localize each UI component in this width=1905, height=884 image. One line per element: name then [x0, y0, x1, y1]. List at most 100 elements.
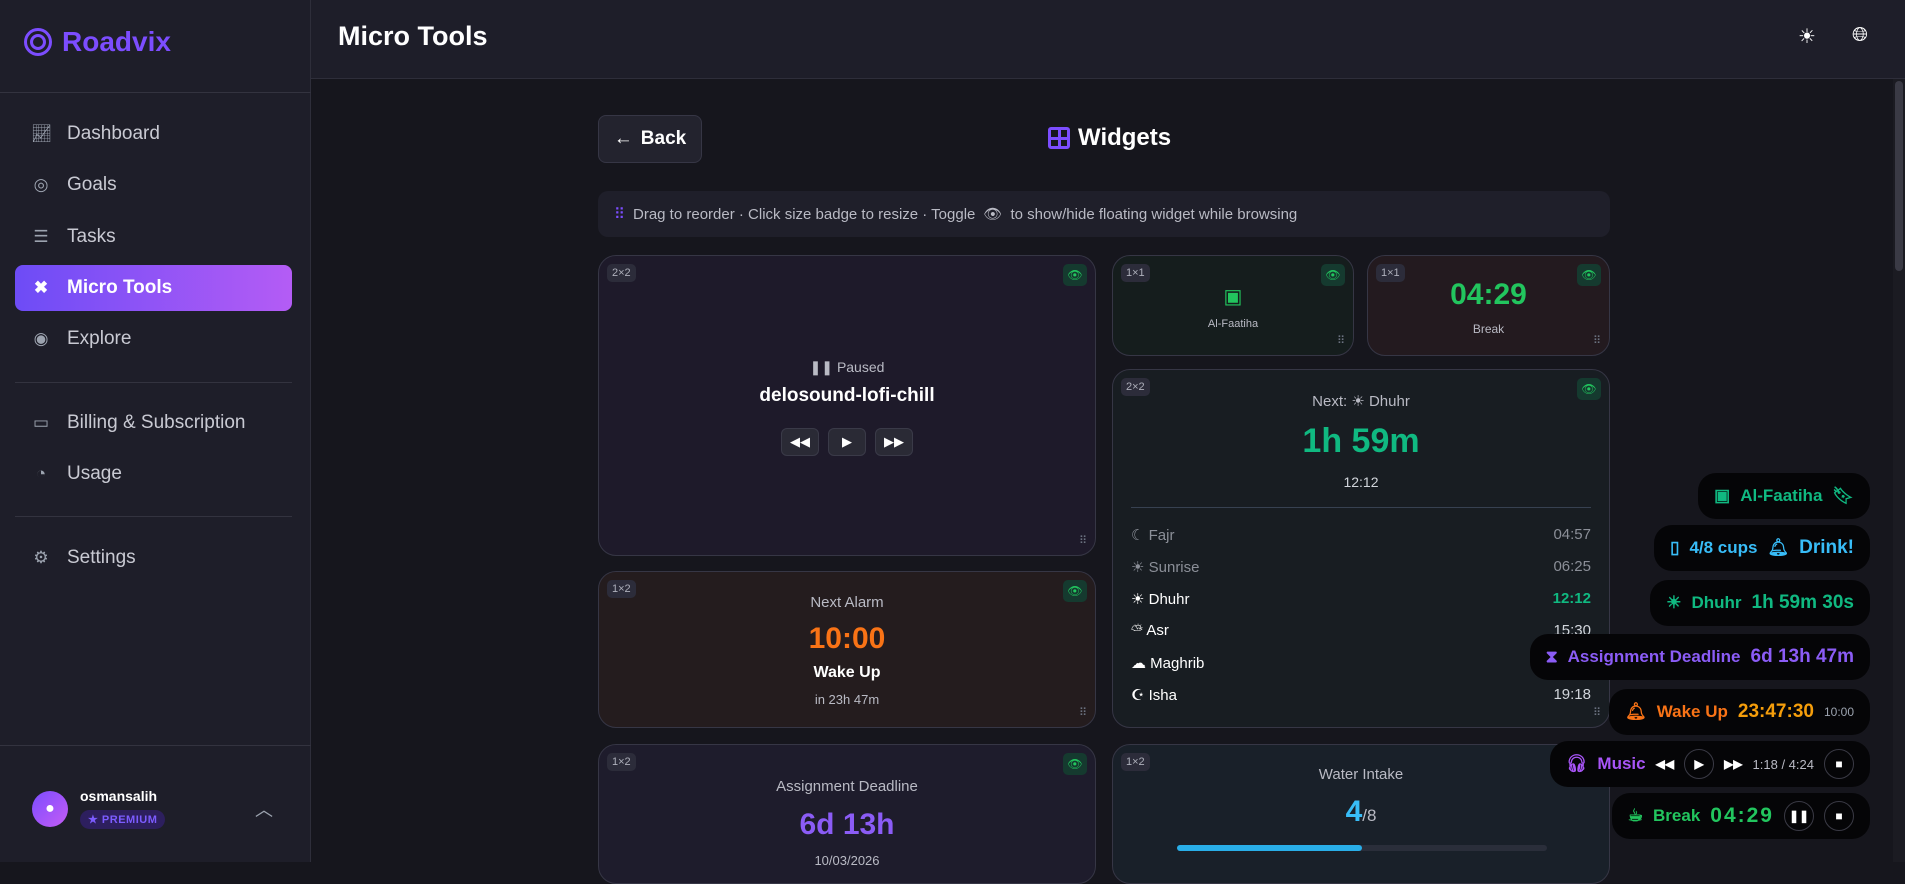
- size-badge[interactable]: 2×2: [607, 264, 636, 282]
- rewind-button[interactable]: ◀◀: [1656, 757, 1674, 771]
- rewind-button[interactable]: ◀◀: [781, 428, 819, 456]
- prayer-name: Sunrise: [1148, 559, 1200, 576]
- drag-handle-icon[interactable]: ⠿: [1079, 534, 1087, 547]
- sidebar-item-goals[interactable]: ◎ Goals: [15, 162, 292, 208]
- sidebar-item-dashboard[interactable]: 📈︎ Dashboard: [15, 111, 292, 157]
- sidebar: Roadvix 📈︎ Dashboard ◎ Goals ☰ Tasks ✖ Micro…: [0, 0, 311, 862]
- list-check-icon: ☰: [33, 227, 49, 246]
- divider: [15, 382, 292, 383]
- title-text: Widgets: [1078, 124, 1172, 151]
- floating-alarm[interactable]: 🔔︎ Wake Up 23:47:30 10:00: [1609, 689, 1870, 735]
- floating-deadline[interactable]: ⧗ Assignment Deadline 6d 13h 47m: [1529, 634, 1870, 680]
- size-badge[interactable]: 1×2: [607, 753, 636, 771]
- prayer-row-isha: ☪ Isha 19:18: [1131, 686, 1591, 704]
- sun-icon: ☀: [1351, 393, 1365, 410]
- deadline-remaining: 6d 13h: [799, 808, 895, 841]
- chevron-up-icon[interactable]: ︿: [255, 796, 273, 822]
- break-label: Break: [1472, 322, 1505, 336]
- drag-handle-icon[interactable]: ⠿: [1337, 334, 1345, 347]
- play-button[interactable]: ▶: [828, 428, 866, 456]
- eye-icon: 👁︎: [983, 206, 1003, 223]
- prayer-row-sunrise: ☀ Sunrise 06:25: [1131, 558, 1591, 576]
- alarm-widget[interactable]: 1×2 👁︎ Next Alarm 10:00 Wake Up in 23h 4…: [598, 571, 1096, 728]
- info-text-2: to show/hide floating widget while brows…: [1010, 205, 1298, 223]
- deadline-title: Assignment Deadline: [776, 778, 918, 795]
- next-label: Next:: [1312, 393, 1348, 410]
- prayer-name: Maghrib: [1150, 655, 1205, 672]
- next-prayer-time: 12:12: [1343, 474, 1379, 490]
- prayer-row-maghrib: ☁ Maghrib: [1131, 654, 1591, 672]
- floating-quran[interactable]: ▣ Al-Faatiha 🔖︎: [1698, 473, 1870, 519]
- pie-chart-icon: ◔: [35, 464, 47, 483]
- grid-icon: [1048, 127, 1070, 149]
- divider: [0, 92, 311, 93]
- alarm-title: Next Alarm: [810, 594, 884, 611]
- forward-button[interactable]: ▶▶: [1724, 757, 1742, 771]
- prayer-time: 19:18: [1553, 686, 1591, 703]
- back-button[interactable]: ← Back: [598, 115, 702, 163]
- floating-music[interactable]: 🎧︎ Music ◀◀ ▶ ▶▶ 1:18 / 4:24 ■: [1549, 741, 1870, 787]
- cloud-sun-icon: ⛅︎: [1131, 622, 1144, 639]
- prayer-countdown: 1h 59m 30s: [1751, 592, 1854, 613]
- sun-icon: ☀: [1131, 591, 1145, 608]
- target-icon: [24, 28, 52, 56]
- prayer-row-asr: ⛅︎ Asr 15:30: [1131, 622, 1591, 639]
- water-widget[interactable]: 1×2 Water Intake 4/8: [1112, 744, 1610, 884]
- globe-icon[interactable]: 🌐︎: [1852, 24, 1868, 47]
- gear-icon: ⚙: [33, 548, 49, 567]
- compass-icon: ◉: [33, 329, 49, 348]
- drag-handle-icon[interactable]: ⠿: [1079, 706, 1087, 719]
- sidebar-item-billing[interactable]: ▭ Billing & Subscription: [15, 400, 292, 446]
- stop-button[interactable]: ■: [1824, 801, 1854, 831]
- scrollbar[interactable]: [1893, 79, 1905, 862]
- back-label: Back: [640, 128, 687, 149]
- sidebar-item-usage[interactable]: ◔ Usage: [15, 451, 292, 497]
- stop-button[interactable]: ■: [1824, 749, 1854, 779]
- moon-icon: ☾: [1131, 527, 1145, 544]
- eye-toggle-icon[interactable]: 👁︎: [1063, 264, 1087, 286]
- theme-toggle-sun-icon[interactable]: ☀: [1798, 24, 1816, 49]
- sidebar-item-explore[interactable]: ◉ Explore: [15, 316, 292, 362]
- play-button[interactable]: ▶: [1684, 749, 1715, 779]
- drag-handle-icon[interactable]: ⠿: [1593, 706, 1601, 719]
- music-label: Music: [1597, 754, 1646, 773]
- sidebar-item-settings[interactable]: ⚙ Settings: [15, 535, 292, 581]
- prayer-row-dhuhr: ☀ Dhuhr 12:12: [1131, 590, 1591, 608]
- pause-button[interactable]: ❚❚: [1784, 801, 1814, 831]
- quran-widget[interactable]: 1×1 👁︎ ▣ Al-Faatiha ⠿: [1112, 255, 1354, 356]
- prayer-name: Fajr: [1148, 527, 1175, 544]
- music-position: 1:18 / 4:24: [1752, 756, 1814, 772]
- size-badge[interactable]: 1×1: [1121, 264, 1150, 282]
- sun-icon: ☀: [1666, 593, 1682, 612]
- credit-card-icon: ▭: [32, 413, 50, 432]
- alarm-countdown: 23:47:30: [1737, 701, 1814, 722]
- break-widget[interactable]: 1×1 👁︎ 04:29 Break ⠿: [1367, 255, 1610, 356]
- logo[interactable]: Roadvix: [24, 26, 171, 58]
- eye-toggle-icon[interactable]: 👁︎: [1063, 753, 1087, 775]
- drink-alert[interactable]: Drink!: [1799, 537, 1854, 559]
- deadline-countdown: 6d 13h 47m: [1750, 646, 1855, 667]
- music-widget[interactable]: 2×2 👁︎ ❚❚ Paused delosound-lofi-chill ◀◀…: [598, 255, 1096, 556]
- deadline-name: Assignment Deadline: [1567, 647, 1741, 666]
- hourglass-icon: ⧗: [1545, 647, 1558, 666]
- water-title: Water Intake: [1318, 766, 1404, 783]
- deadline-widget[interactable]: 1×2 👁︎ Assignment Deadline 6d 13h 10/03/…: [598, 744, 1096, 884]
- floating-water[interactable]: ▯ 4/8 cups 🔔︎ Drink!: [1654, 525, 1870, 571]
- prayer-name: Asr: [1146, 622, 1169, 639]
- coffee-icon: ☕︎: [1627, 806, 1644, 825]
- sidebar-item-tasks[interactable]: ☰ Tasks: [15, 214, 292, 260]
- floating-prayer[interactable]: ☀ Dhuhr 1h 59m 30s: [1650, 580, 1870, 626]
- floating-break[interactable]: ☕︎ Break 04:29 ❚❚ ■: [1611, 793, 1870, 839]
- sidebar-item-micro-tools[interactable]: ✖ Micro Tools: [15, 265, 292, 311]
- user-menu[interactable]: ● osmansalih ★ PREMIUM: [32, 788, 166, 829]
- eye-toggle-icon[interactable]: 👁︎: [1321, 264, 1345, 286]
- label: Usage: [67, 463, 122, 484]
- tools-icon: ✖: [33, 278, 49, 297]
- forward-button[interactable]: ▶▶: [875, 428, 913, 456]
- break-time: 04:29: [1450, 278, 1527, 311]
- prayer-row-fajr: ☾ Fajr 04:57: [1131, 526, 1591, 544]
- music-status: ❚❚ Paused: [809, 359, 885, 375]
- drag-handle-icon[interactable]: ⠿: [1593, 334, 1601, 347]
- alarm-time: 10:00: [1823, 705, 1854, 719]
- cups: 4: [1345, 795, 1363, 828]
